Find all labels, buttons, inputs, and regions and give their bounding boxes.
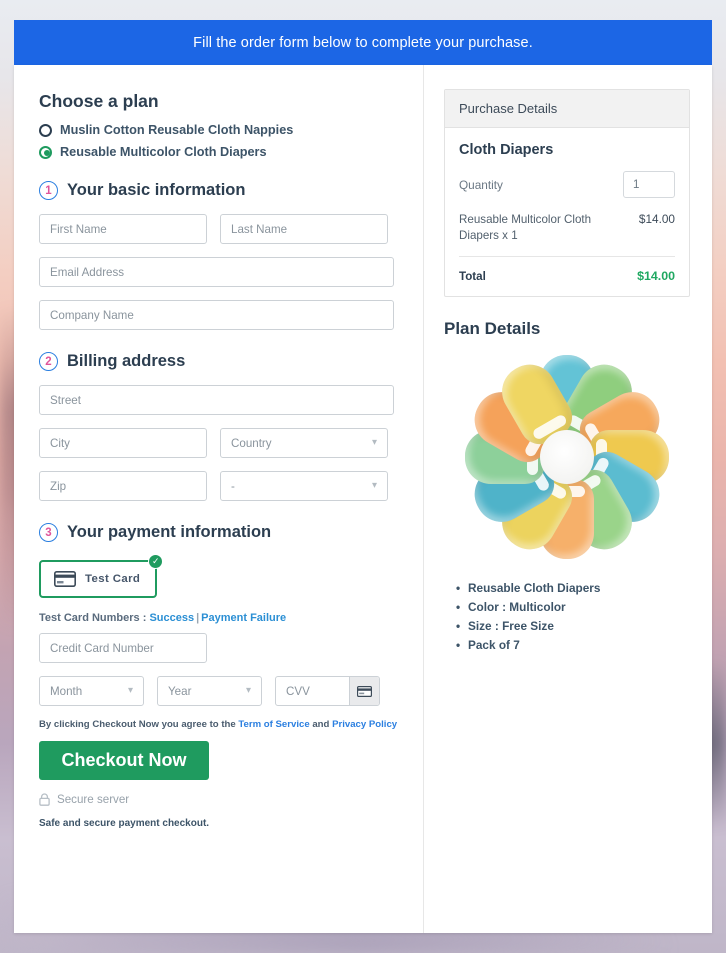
expiry-year-select[interactable]: Year ▾ (157, 676, 262, 706)
plan-bullet: Size : Free Size (456, 619, 690, 633)
step-basic-information: 1 Your basic information (39, 181, 400, 200)
chevron-down-icon: ▾ (371, 437, 377, 448)
summary-column: Purchase Details Cloth Diapers Quantity … (424, 65, 712, 933)
line-item-row: Reusable Multicolor Cloth Diapers x 1 $1… (459, 212, 675, 258)
link-separator: | (196, 612, 200, 624)
cvv-input[interactable]: CVV (276, 685, 349, 698)
product-image-center (540, 430, 594, 485)
plan-option-label: Reusable Multicolor Cloth Diapers (60, 145, 267, 159)
email-input[interactable]: Email Address (39, 257, 394, 287)
cvv-card-icon (349, 677, 379, 705)
credit-card-number-input[interactable]: Credit Card Number (39, 633, 207, 663)
banner-message: Fill the order form below to complete yo… (14, 20, 712, 65)
first-name-input[interactable]: First Name (39, 214, 207, 244)
product-image-cloth-diapers (459, 349, 675, 565)
purchase-details-title: Purchase Details (445, 90, 689, 128)
test-numbers-prefix: Test Card Numbers : (39, 612, 147, 624)
terms-agreement-text: By clicking Checkout Now you agree to th… (39, 719, 400, 730)
total-label: Total (459, 269, 486, 283)
plan-option-label: Muslin Cotton Reusable Cloth Nappies (60, 123, 294, 137)
city-input[interactable]: City (39, 428, 207, 458)
step-title: Billing address (67, 352, 186, 370)
plan-bullet: Reusable Cloth Diapers (456, 581, 690, 595)
credit-card-icon (54, 571, 76, 587)
cvv-field-group[interactable]: CVV (275, 676, 380, 706)
plan-details-bullets: Reusable Cloth Diapers Color : Multicolo… (444, 581, 690, 652)
terms-of-service-link[interactable]: Term of Service (238, 719, 309, 730)
chevron-down-icon: ▾ (127, 685, 133, 696)
line-item-description: Reusable Multicolor Cloth Diapers x 1 (459, 213, 592, 242)
plan-option-nappies[interactable]: Muslin Cotton Reusable Cloth Nappies (39, 123, 400, 137)
country-select-value: Country (231, 436, 272, 450)
chevron-down-icon: ▾ (371, 480, 377, 491)
expiry-cvv-row: Month ▾ Year ▾ CVV (39, 676, 400, 706)
step-billing-address: 2 Billing address (39, 352, 400, 371)
quantity-input[interactable]: 1 (623, 171, 675, 198)
test-card-label: Test Card (85, 573, 141, 585)
step-title: Your payment information (67, 523, 272, 541)
total-row: Total $14.00 (459, 257, 675, 283)
state-select[interactable]: - ▾ (220, 471, 388, 501)
quantity-row: Quantity 1 (459, 171, 675, 198)
state-select-value: - (231, 479, 235, 493)
step-title: Your basic information (67, 181, 246, 199)
company-row: Company Name (39, 300, 400, 330)
safe-checkout-note: Safe and secure payment checkout. (39, 818, 210, 829)
plan-option-diapers[interactable]: Reusable Multicolor Cloth Diapers (39, 145, 400, 159)
step-number-badge: 2 (39, 352, 58, 371)
step-payment-information: 3 Your payment information (39, 523, 400, 542)
form-column: Choose a plan Muslin Cotton Reusable Clo… (14, 65, 424, 933)
plan-bullet: Color : Multicolor (456, 600, 690, 614)
zip-state-row: Zip - ▾ (39, 471, 400, 501)
terms-and: and (312, 719, 330, 730)
last-name-input[interactable]: Last Name (220, 214, 388, 244)
expiry-month-select[interactable]: Month ▾ (39, 676, 144, 706)
expiry-month-value: Month (50, 684, 83, 698)
card-number-row: Credit Card Number (39, 633, 400, 663)
zip-input[interactable]: Zip (39, 471, 207, 501)
product-name: Cloth Diapers (459, 142, 554, 158)
street-row: Street (39, 385, 400, 415)
company-name-input[interactable]: Company Name (39, 300, 394, 330)
secure-server-notice: Secure server (39, 793, 400, 806)
chevron-down-icon: ▾ (245, 685, 251, 696)
step-number-badge: 1 (39, 181, 58, 200)
city-country-row: City Country ▾ (39, 428, 400, 458)
purchase-details-body: Cloth Diapers Quantity 1 Reusable Multic… (445, 128, 689, 296)
lock-icon (39, 793, 50, 806)
step-number-badge: 3 (39, 523, 58, 542)
radio-icon-unselected[interactable] (39, 123, 52, 137)
test-card-numbers-hint: Test Card Numbers : Success | Payment Fail… (39, 612, 400, 624)
terms-prefix: By clicking Checkout Now you agree to th… (39, 719, 236, 730)
radio-icon-selected[interactable] (39, 145, 52, 159)
total-amount: $14.00 (637, 269, 675, 284)
privacy-policy-link[interactable]: Privacy Policy (332, 719, 397, 730)
choose-plan-title: Choose a plan (39, 91, 159, 111)
line-item-amount: $14.00 (638, 212, 675, 226)
checkout-page: Fill the order form below to complete yo… (14, 20, 712, 933)
plan-bullet: Pack of 7 (456, 638, 690, 652)
checkout-now-button[interactable]: Checkout Now (39, 741, 209, 780)
success-test-card-link[interactable]: Success (149, 612, 194, 624)
banner-text: Fill the order form below to complete yo… (193, 34, 533, 51)
quantity-label: Quantity (459, 177, 503, 192)
payment-failure-test-card-link[interactable]: Payment Failure (201, 612, 286, 624)
plan-details-title: Plan Details (444, 319, 541, 339)
street-input[interactable]: Street (39, 385, 394, 415)
secure-server-label: Secure server (57, 793, 130, 806)
checkout-card: Choose a plan Muslin Cotton Reusable Clo… (14, 65, 712, 933)
expiry-year-value: Year (168, 684, 192, 698)
check-circle-icon: ✓ (148, 554, 164, 569)
purchase-details-panel: Purchase Details Cloth Diapers Quantity … (444, 89, 690, 298)
country-select[interactable]: Country ▾ (220, 428, 388, 458)
name-row: First Name Last Name (39, 214, 400, 244)
email-row: Email Address (39, 257, 400, 287)
test-card-method-button[interactable]: Test Card ✓ (39, 554, 164, 598)
